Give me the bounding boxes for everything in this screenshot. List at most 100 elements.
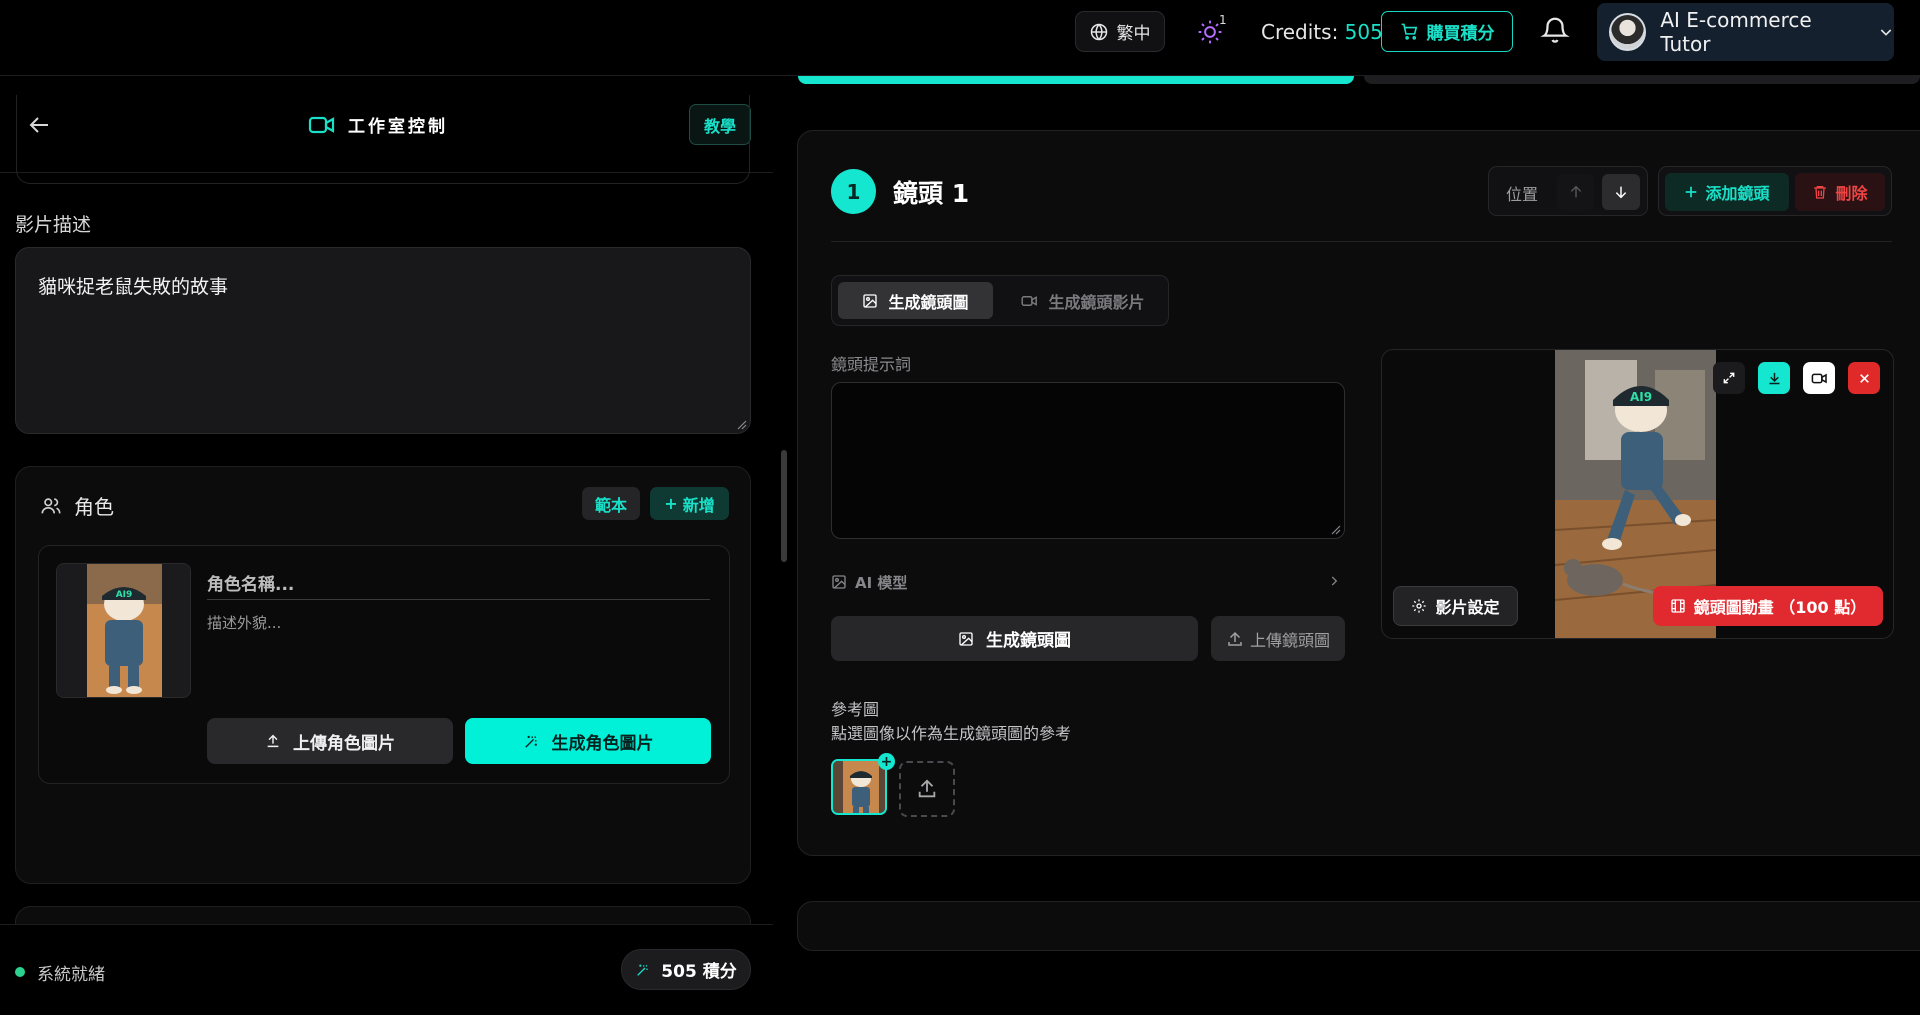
reference-upload-button[interactable] bbox=[899, 761, 955, 817]
next-shot-card-edge bbox=[797, 901, 1920, 951]
ai-model-selector[interactable]: AI 模型 bbox=[831, 571, 1345, 593]
header-divider bbox=[831, 241, 1892, 242]
video-icon bbox=[1811, 372, 1828, 385]
arrow-up-icon bbox=[1568, 184, 1584, 200]
user-name: AI E-commerce Tutor bbox=[1660, 8, 1812, 56]
left-panel-scrollbar[interactable] bbox=[781, 450, 787, 562]
download-icon bbox=[1767, 371, 1782, 386]
top-bar: 繁中 1 Credits: 505 購買積分 AI E-commerce Tut… bbox=[0, 0, 1920, 76]
role-heading: 角色 bbox=[40, 491, 114, 520]
sample-button[interactable]: 範本 bbox=[582, 487, 640, 520]
generate-role-label: 生成角色圖片 bbox=[551, 733, 654, 754]
shot-number-badge: 1 bbox=[831, 169, 876, 214]
plus-icon: + bbox=[664, 494, 678, 513]
role-section: 角色 範本 + 新增 AI9 角色名稱... 描述外貌... 上傳角色圖片 生成… bbox=[15, 466, 751, 884]
globe-icon bbox=[1090, 23, 1108, 41]
buy-credits-label: 購買積分 bbox=[1426, 24, 1495, 44]
add-role-label: 新增 bbox=[682, 495, 715, 515]
remove-image-button[interactable] bbox=[1848, 362, 1880, 394]
add-shot-label: 添加鏡頭 bbox=[1705, 184, 1770, 203]
expand-icon bbox=[1722, 371, 1736, 385]
mode-tabs: 生成鏡頭圖 生成鏡頭影片 bbox=[831, 275, 1169, 326]
delete-shot-button[interactable]: 刪除 bbox=[1795, 173, 1885, 211]
arrow-down-icon bbox=[1613, 184, 1629, 200]
svg-text:AI9: AI9 bbox=[116, 590, 133, 600]
role-image[interactable]: AI9 bbox=[56, 563, 191, 698]
role-item: AI9 角色名稱... 描述外貌... 上傳角色圖片 生成角色圖片 bbox=[38, 545, 730, 784]
theme-badge: 1 bbox=[1219, 13, 1227, 27]
resize-handle-icon[interactable] bbox=[735, 418, 747, 430]
close-icon bbox=[1858, 372, 1871, 385]
shot-actions: 添加鏡頭 刪除 bbox=[1658, 166, 1892, 216]
image-icon bbox=[862, 293, 878, 309]
tab-generate-video-label: 生成鏡頭影片 bbox=[1048, 292, 1145, 312]
reference-add-badge[interactable]: + bbox=[878, 753, 895, 770]
svg-text:AI9: AI9 bbox=[1630, 390, 1652, 404]
tab-generate-image[interactable]: 生成鏡頭圖 bbox=[838, 282, 993, 319]
status-indicator bbox=[15, 967, 25, 977]
tab-generate-image-label: 生成鏡頭圖 bbox=[888, 292, 969, 312]
tab-inactive-indicator[interactable] bbox=[1364, 76, 1920, 84]
make-video-button[interactable] bbox=[1803, 362, 1835, 394]
video-description-label: 影片描述 bbox=[15, 214, 92, 236]
upload-shot-image-button[interactable]: 上傳鏡頭圖 bbox=[1211, 616, 1345, 661]
add-role-button[interactable]: + 新增 bbox=[650, 487, 729, 520]
avatar bbox=[1609, 13, 1647, 51]
add-shot-button[interactable]: 添加鏡頭 bbox=[1665, 173, 1789, 211]
role-name-input[interactable]: 角色名稱... bbox=[207, 570, 710, 600]
ai-model-label: AI 模型 bbox=[855, 573, 908, 592]
user-menu-button[interactable]: AI E-commerce Tutor bbox=[1597, 3, 1894, 61]
move-up-button[interactable] bbox=[1557, 174, 1594, 210]
film-icon bbox=[1670, 598, 1686, 614]
shot-prompt-label: 鏡頭提示詞 bbox=[831, 355, 912, 374]
bell-icon[interactable] bbox=[1540, 15, 1570, 45]
studio-control-panel: 工作室控制 教學 影片描述 貓咪捉老鼠失敗的故事 角色 範本 + 新增 AI9 … bbox=[0, 77, 773, 1015]
animate-shot-button[interactable]: 鏡頭圖動畫 （100 點） bbox=[1653, 586, 1883, 626]
credits-value: 505 bbox=[1344, 20, 1383, 44]
move-down-button[interactable] bbox=[1602, 174, 1640, 210]
upload-icon bbox=[916, 778, 938, 800]
video-settings-button[interactable]: 影片設定 bbox=[1393, 586, 1518, 626]
tab-generate-video[interactable]: 生成鏡頭影片 bbox=[1003, 282, 1163, 319]
generate-shot-image-label: 生成鏡頭圖 bbox=[986, 631, 1071, 651]
trash-icon bbox=[1812, 184, 1828, 200]
shot-prompt-input[interactable] bbox=[831, 382, 1345, 539]
video-icon bbox=[1021, 294, 1038, 308]
gear-icon bbox=[1411, 598, 1427, 614]
points-value: 505 積分 bbox=[661, 962, 737, 982]
generate-role-image-button[interactable]: 生成角色圖片 bbox=[465, 718, 711, 764]
chevron-right-icon bbox=[1327, 574, 1341, 588]
shot-preview: AI9 影片設定 鏡頭圖動畫 （100 點） bbox=[1381, 349, 1894, 639]
tab-active-indicator[interactable] bbox=[798, 76, 1354, 84]
expand-preview-button[interactable] bbox=[1713, 362, 1745, 394]
video-description-field[interactable]: 貓咪捉老鼠失敗的故事 bbox=[15, 247, 751, 434]
resize-handle-icon[interactable] bbox=[1329, 523, 1341, 535]
credits-label: Credits: bbox=[1261, 20, 1339, 44]
credits-display: Credits: 505 bbox=[1261, 20, 1383, 44]
system-status: 系統就緒 bbox=[37, 965, 105, 985]
video-settings-label: 影片設定 bbox=[1435, 598, 1500, 617]
previous-card-edge bbox=[16, 95, 750, 184]
image-icon bbox=[958, 631, 974, 647]
users-icon bbox=[40, 495, 62, 517]
upload-role-label: 上傳角色圖片 bbox=[293, 733, 395, 754]
shot-card: 1 鏡頭 1 位置 添加鏡頭 刪除 生成鏡頭圖 生成鏡頭影片 鏡頭提示詞 AI … bbox=[797, 130, 1920, 856]
reference-image-thumbnail[interactable] bbox=[831, 759, 887, 815]
language-label: 繁中 bbox=[1116, 24, 1151, 44]
chevron-down-icon bbox=[1878, 24, 1894, 40]
role-appearance-input[interactable]: 描述外貌... bbox=[207, 612, 281, 633]
sparkle-icon bbox=[635, 962, 651, 978]
download-image-button[interactable] bbox=[1758, 362, 1790, 394]
plus-icon bbox=[1684, 185, 1698, 199]
buy-credits-button[interactable]: 購買積分 bbox=[1381, 11, 1513, 52]
upload-icon bbox=[1226, 630, 1244, 648]
reference-image-label: 參考圖 bbox=[831, 700, 880, 719]
language-switcher[interactable]: 繁中 bbox=[1075, 11, 1165, 52]
image-icon bbox=[831, 574, 847, 590]
upload-shot-image-label: 上傳鏡頭圖 bbox=[1249, 630, 1330, 650]
generate-shot-image-button[interactable]: 生成鏡頭圖 bbox=[831, 616, 1198, 661]
upload-role-image-button[interactable]: 上傳角色圖片 bbox=[207, 718, 453, 764]
upload-icon bbox=[265, 733, 281, 749]
position-control: 位置 bbox=[1488, 166, 1648, 216]
reference-image-hint: 點選圖像以作為生成鏡頭圖的參考 bbox=[831, 724, 1072, 743]
